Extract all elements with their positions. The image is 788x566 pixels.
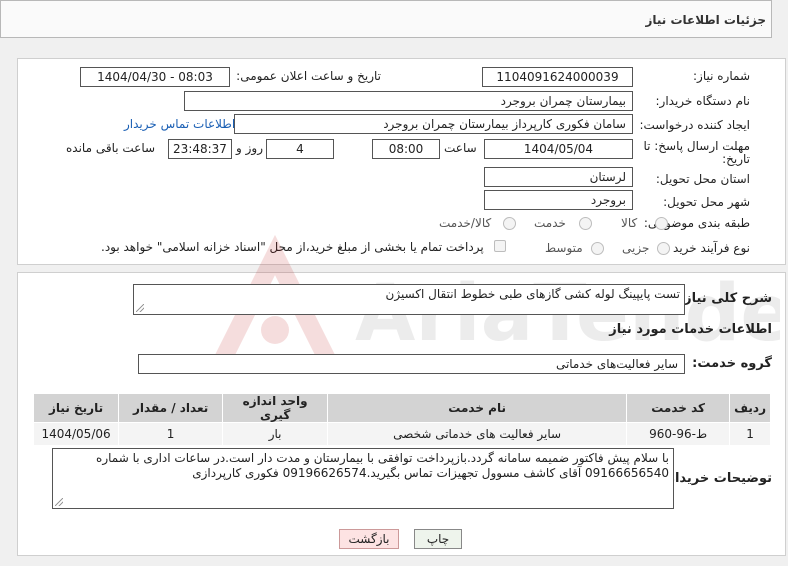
category-service-label: خدمت <box>534 216 566 230</box>
table-row: 1 ط-96-960 سایر فعالیت های خدماتی شخصی ب… <box>32 422 771 446</box>
need-number-label: شماره نیاز: <box>693 69 750 83</box>
treasury-payment-note: پرداخت تمام یا بخشی از مبلغ خرید،از محل … <box>101 240 484 254</box>
need-description-textarea: تست پایپینگ لوله کشی گازهای طبی خطوط انت… <box>133 284 685 315</box>
deadline-time-field: 08:00 <box>372 139 440 159</box>
col-quantity: تعداد / مقدار <box>118 393 224 423</box>
services-table: ردیف کد خدمت نام خدمت واحد اندازه گیری ت… <box>32 393 771 446</box>
creator-field: سامان فکوری کارپرداز بیمارستان چمران برو… <box>234 114 633 134</box>
cell-need-date: 1404/05/06 <box>32 422 120 446</box>
need-description-label: شرح کلی نیاز: <box>678 291 772 306</box>
page-title: جزئیات اطلاعات نیاز <box>645 13 766 27</box>
remaining-time-label: ساعت باقی مانده <box>66 141 156 155</box>
buyer-notes-textarea: با سلام پیش فاکتور ضمیمه سامانه گردد.باز… <box>52 448 674 509</box>
remaining-days-field: 4 <box>266 139 334 159</box>
cell-quantity: 1 <box>118 422 224 446</box>
buyer-org-label: نام دستگاه خریدار: <box>655 94 751 108</box>
col-unit: واحد اندازه گیری <box>222 393 329 423</box>
cell-unit: بار <box>222 422 329 446</box>
services-section-title: اطلاعات خدمات مورد نیاز <box>609 322 772 337</box>
buyer-contact-link[interactable]: اطلاعات تماس خریدار <box>124 117 235 131</box>
treasury-payment-checkbox[interactable] <box>494 240 506 252</box>
resize-grip-icon[interactable] <box>55 498 63 506</box>
announce-datetime-field: 1404/04/30 - 08:03 <box>80 67 230 87</box>
deadline-date-field: 1404/05/04 <box>484 139 633 159</box>
buyer-org-field: بیمارستان چمران بروجرد <box>184 91 633 111</box>
col-service-name: نام خدمت <box>327 393 628 423</box>
creator-label: ایجاد کننده درخواست: <box>639 118 750 132</box>
services-table-header: ردیف کد خدمت نام خدمت واحد اندازه گیری ت… <box>32 393 771 423</box>
category-goods-service-label: کالا/خدمت <box>439 216 492 230</box>
city-label: شهر محل تحویل: <box>663 195 750 209</box>
col-row-number: ردیف <box>729 393 771 423</box>
service-group-field: سایر فعالیت‌های خدماتی <box>138 354 685 374</box>
remaining-days-label: روز و <box>236 141 263 155</box>
deadline-label-date: تاریخ: <box>722 152 750 166</box>
category-goods-service-radio[interactable] <box>503 217 516 230</box>
page-header: جزئیات اطلاعات نیاز <box>0 0 772 38</box>
service-group-label: گروه خدمت: <box>692 356 772 371</box>
cell-row-number: 1 <box>729 422 771 446</box>
deadline-time-label: ساعت <box>444 141 477 155</box>
category-goods-radio[interactable] <box>655 217 668 230</box>
process-minor-label: جزیی <box>622 241 650 255</box>
buyer-notes-label: توضیحات خریدار: <box>662 471 772 486</box>
need-number-field: 1104091624000039 <box>482 67 633 87</box>
process-medium-label: متوسط <box>545 241 583 255</box>
need-description-text: تست پایپینگ لوله کشی گازهای طبی خطوط انت… <box>385 287 680 301</box>
announce-label: تاریخ و ساعت اعلان عمومی: <box>236 69 381 83</box>
back-button[interactable]: بازگشت <box>339 529 399 549</box>
need-details-panel <box>17 58 786 265</box>
process-type-label: نوع فرآیند خرید : <box>665 241 750 255</box>
remaining-time-field: 23:48:37 <box>168 139 232 159</box>
resize-grip-icon[interactable] <box>136 304 144 312</box>
cell-service-name: سایر فعالیت های خدماتی شخصی <box>327 422 628 446</box>
col-need-date: تاریخ نیاز <box>32 393 120 423</box>
buyer-notes-line-1: با سلام پیش فاکتور ضمیمه سامانه گردد.باز… <box>96 451 669 465</box>
category-service-radio[interactable] <box>579 217 592 230</box>
buyer-notes-line-2: 09166656540 آقای کاشف مسوول تجهیزات تماس… <box>192 466 669 480</box>
print-button[interactable]: چاپ <box>414 529 462 549</box>
deadline-label: مهلت ارسال پاسخ: تا <box>643 139 750 153</box>
city-field: بروجرد <box>484 190 633 210</box>
process-medium-radio[interactable] <box>591 242 604 255</box>
col-service-code: کد خدمت <box>626 393 731 423</box>
cell-service-code: ط-96-960 <box>626 422 731 446</box>
category-goods-label: کالا <box>621 216 638 230</box>
province-label: استان محل تحویل: <box>655 172 750 186</box>
process-minor-radio[interactable] <box>657 242 670 255</box>
province-field: لرستان <box>484 167 633 187</box>
